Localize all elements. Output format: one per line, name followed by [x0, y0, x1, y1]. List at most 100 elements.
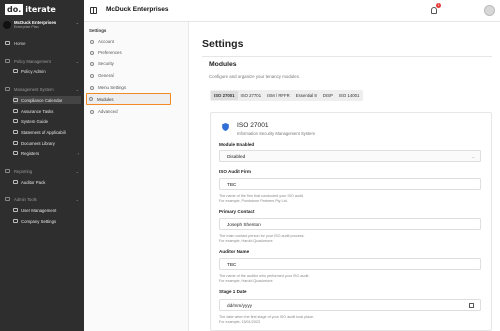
settings-item-modules[interactable]: Modules	[86, 93, 171, 105]
audit-firm-help-line1: The name of the firm that conducted your…	[219, 194, 304, 198]
settings-item-label: Security	[98, 61, 114, 66]
register-icon	[13, 151, 18, 155]
auditor-name-help: The name of the auditor who performed yo…	[219, 274, 309, 283]
wrench-icon	[5, 197, 10, 201]
module-card-title: ISO 27001	[237, 122, 269, 129]
primary-contact-label: Primary Contact	[219, 209, 255, 214]
module-card: ISO 27001 Information Security Managemen…	[210, 112, 492, 331]
chevron-down-icon: ⌄	[471, 154, 475, 159]
sidebar-item-system-guide[interactable]: System Guide	[13, 117, 81, 125]
primary-contact-field[interactable]: Joseph Shenton	[219, 218, 481, 230]
settings-item-advanced[interactable]: Advanced	[88, 107, 184, 116]
group-label: Policy Management	[14, 58, 51, 64]
top-bar-title: McDuck Enterprises	[106, 6, 169, 13]
stage1-date-help-line1: The date when the first stage of your IS…	[219, 315, 315, 319]
building-icon	[13, 219, 18, 223]
audit-firm-label: ISO Audit Firm	[219, 169, 251, 174]
settings-item-label: Modules	[97, 96, 114, 102]
tab-iso-27701[interactable]: ISO 27701	[238, 91, 265, 100]
chevron-down-icon: ⌄	[75, 196, 79, 202]
sidebar-item-label: Assurance Tasks	[21, 108, 54, 114]
sidebar-item-statement-of-applicability[interactable]: Statement of Applicabili	[13, 128, 81, 136]
sidebar-item-label: Policy Admin	[21, 68, 46, 74]
stage1-date-help: The date when the first stage of your IS…	[219, 315, 314, 324]
audit-firm-help-line2: For example, Pondstone Partners Pty Ltd.	[219, 198, 288, 203]
auditor-name-help-line2: For example, Harold Quackmore.	[219, 278, 274, 283]
policy-icon	[13, 69, 18, 73]
group-reporting[interactable]: Reporting ⌄	[5, 167, 81, 175]
menu-icon	[90, 85, 94, 90]
chevron-down-icon: ⌄	[75, 86, 79, 92]
group-admin-tools[interactable]: Admin Tools ⌄	[5, 195, 81, 203]
calendar-icon	[13, 98, 18, 102]
sidebar-item-company-settings[interactable]: Company Settings	[13, 217, 81, 225]
org-switcher[interactable]: McDuck Enterprises Enterprise Plan ⌄	[3, 17, 81, 32]
sidebar-item-label: Statement of Applicabili	[21, 129, 66, 135]
chart-icon	[5, 169, 10, 173]
top-bar: McDuck Enterprises 1	[84, 0, 500, 22]
settings-item-label: Account	[98, 39, 114, 44]
user-icon	[90, 39, 94, 44]
sidebar-item-assurance-tasks[interactable]: Assurance Tasks	[13, 107, 81, 115]
settings-item-menu-settings[interactable]: Menu Settings	[88, 83, 184, 92]
chevron-down-icon: ⌄	[75, 168, 79, 174]
group-label: Reporting	[14, 168, 33, 174]
tab-iso-14001[interactable]: ISO 14001	[336, 91, 363, 100]
group-management-system[interactable]: Management System ⌄	[5, 85, 81, 93]
tab-essential-8[interactable]: Essential 8	[293, 91, 320, 100]
modules-icon	[89, 97, 93, 101]
sidebar-toggle-icon[interactable]	[90, 7, 97, 14]
settings-menu-title: Settings	[89, 28, 107, 33]
stage1-date-field[interactable]: dd/mm/yyyy	[219, 299, 481, 311]
stage1-date-help-line2: For example, 15/01/2023	[219, 319, 260, 324]
section-description: Configure and organize your tenancy modu…	[209, 74, 301, 79]
folder-icon	[13, 141, 18, 145]
settings-item-preferences[interactable]: Preferences	[88, 48, 184, 57]
settings-menu: Settings Account Preferences Security Ge…	[84, 22, 189, 331]
settings-item-security[interactable]: Security	[88, 59, 184, 68]
primary-contact-help-line2: For example, Harold Quackmore.	[219, 238, 274, 243]
sidebar-item-label: System Guide	[21, 118, 48, 124]
bell-icon[interactable]	[431, 7, 437, 14]
tab-iso-27001[interactable]: ISO 27001	[211, 91, 238, 100]
stage1-date-value: dd/mm/yyyy	[227, 303, 253, 308]
sidebar-item-registers[interactable]: Registers ›	[13, 149, 81, 157]
auditor-name-value: TBC	[227, 262, 237, 267]
sidebar-item-auditor-pack[interactable]: Auditor Pack	[13, 178, 81, 186]
main-content: Settings Modules Configure and organize …	[189, 22, 500, 331]
audit-firm-field[interactable]: TBC	[219, 178, 481, 190]
avatar[interactable]	[484, 5, 495, 16]
sidebar-item-label: Auditor Pack	[21, 179, 46, 185]
advanced-icon	[90, 109, 94, 114]
primary-contact-value: Joseph Shenton	[227, 222, 261, 227]
shield-icon	[222, 123, 229, 131]
stage1-date-label: Stage 1 Date	[219, 289, 247, 294]
shield-icon	[5, 59, 10, 63]
org-plan: Enterprise Plan	[14, 25, 39, 29]
auditor-name-label: Auditor Name	[219, 249, 250, 254]
sidebar-item-label: Company Settings	[21, 218, 57, 224]
auditor-name-field[interactable]: TBC	[219, 258, 481, 270]
document-icon	[13, 130, 18, 134]
calendar-icon[interactable]	[469, 303, 474, 308]
chevron-updown-icon: ⌄	[75, 20, 79, 25]
settings-item-label: Advanced	[98, 109, 118, 114]
group-policy-management[interactable]: Policy Management ⌄	[5, 57, 81, 65]
book-icon	[13, 119, 18, 123]
settings-item-general[interactable]: General	[88, 71, 184, 80]
sidebar-item-user-management[interactable]: User Management	[13, 206, 81, 214]
sidebar-item-document-library[interactable]: Document Library	[13, 139, 81, 147]
settings-item-label: Menu Settings	[98, 85, 127, 90]
tab-disp[interactable]: DISP	[320, 91, 336, 100]
settings-item-account[interactable]: Account	[88, 37, 184, 46]
nav-home[interactable]: Home	[5, 39, 81, 47]
sidebar-item-compliance-calendar[interactable]: Compliance Calendar	[13, 96, 81, 104]
module-card-subtitle: Information Security Management System	[237, 131, 315, 136]
sidebar-item-policy-admin[interactable]: Policy Admin	[13, 67, 81, 75]
app-logo[interactable]: do. iterate	[5, 4, 56, 15]
package-icon	[13, 180, 18, 184]
settings-item-label: General	[98, 73, 114, 78]
tab-ism-rffr[interactable]: ISM / RFFR	[264, 91, 293, 100]
module-enabled-select[interactable]: Disabled ⌄	[219, 150, 481, 162]
section-title: Modules	[209, 61, 237, 68]
